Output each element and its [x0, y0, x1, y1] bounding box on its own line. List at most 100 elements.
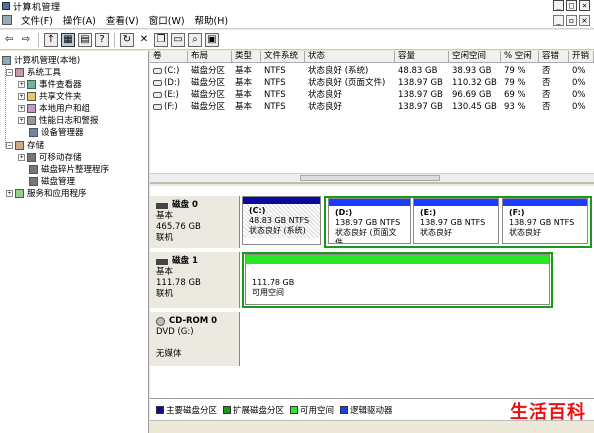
mdi-close-button[interactable]: ×: [579, 15, 590, 26]
zoom-icon[interactable]: ▣: [205, 32, 219, 47]
mdi-restore-button[interactable]: ▫: [566, 15, 577, 26]
tree-device-manager[interactable]: 设备管理器: [29, 126, 84, 138]
cell-type: 基本: [235, 78, 253, 88]
column-header-capacity[interactable]: 容量: [395, 51, 449, 63]
cell-status: 状态良好: [308, 102, 343, 112]
partition-f[interactable]: (F:) 138.97 GB NTFS 状态良好: [502, 198, 588, 244]
copy-icon[interactable]: ❐: [154, 32, 168, 47]
toolbar: ⇦ ⇨ ↑ ▦ ▤ ? ↻ ✕ ❐ ▭ ⌕ ▣: [0, 30, 594, 50]
tree-label: 服务和应用程序: [27, 189, 87, 199]
users-icon: [27, 103, 36, 113]
column-header-filesystem[interactable]: 文件系统: [261, 51, 305, 63]
collapse-icon[interactable]: −: [6, 141, 13, 149]
column-header-status[interactable]: 状态: [305, 51, 395, 63]
horizontal-scrollbar[interactable]: [150, 173, 594, 182]
back-arrow-icon[interactable]: ⇦: [2, 33, 16, 47]
cell-free: 110.32 GB: [452, 78, 497, 88]
partition-status: 状态良好 (页面文件: [335, 228, 397, 244]
tree-storage[interactable]: − 存储: [6, 139, 44, 151]
cell-percent: 93 %: [504, 102, 526, 112]
cell-text: (F:): [164, 102, 178, 112]
expand-icon[interactable]: +: [18, 153, 25, 161]
tree-label: 共享文件夹: [39, 92, 82, 102]
column-header-fault-tolerance[interactable]: 容错: [539, 51, 569, 63]
column-header-free-space[interactable]: 空闲空间: [449, 51, 501, 63]
column-header-percent-free[interactable]: % 空闲: [501, 51, 539, 63]
free-space-region[interactable]: 111.78 GB 可用空间: [245, 254, 550, 305]
open-folder-icon[interactable]: ▭: [171, 32, 185, 47]
volume-list: 卷 布局 类型 文件系统 状态 容量 空闲空间 % 空闲 容错 开销 (C:) …: [150, 51, 594, 184]
legend-label: 逻辑驱动器: [350, 405, 393, 416]
partition-e[interactable]: (E:) 138.97 GB NTFS 状态良好: [413, 198, 499, 244]
tree-event-viewer[interactable]: + 事件查看器: [18, 78, 82, 90]
expand-icon[interactable]: +: [18, 104, 25, 112]
close-button[interactable]: ×: [579, 0, 590, 11]
column-header-layout[interactable]: 布局: [188, 51, 232, 63]
window-title: 计算机管理: [13, 2, 61, 13]
column-header-volume[interactable]: 卷: [150, 51, 188, 63]
menu-file[interactable]: 文件(F): [16, 13, 58, 27]
expand-icon[interactable]: +: [18, 116, 25, 124]
disk-row[interactable]: 磁盘 0 基本 465.76 GB 联机 (C:) 48.83 GB NTFS …: [150, 196, 594, 248]
expand-icon[interactable]: +: [6, 189, 13, 197]
properties-icon[interactable]: ▤: [78, 32, 92, 47]
refresh-icon[interactable]: ↻: [120, 32, 134, 47]
disk-info[interactable]: CD-ROM 0 DVD (G:) 无媒体: [150, 312, 240, 366]
cell-status: 状态良好 (系统): [308, 66, 369, 76]
menu-help[interactable]: 帮助(H): [190, 13, 234, 27]
maximize-button[interactable]: □: [566, 0, 577, 11]
show-tree-icon[interactable]: ▦: [61, 32, 75, 47]
tree-system-tools[interactable]: − 系统工具: [6, 66, 61, 78]
menu-app-icon[interactable]: [2, 15, 12, 25]
partition-c[interactable]: (C:) 48.83 GB NTFS 状态良好 (系统): [242, 196, 321, 245]
delete-icon[interactable]: ✕: [137, 33, 151, 47]
tree-local-users[interactable]: + 本地用户和组: [18, 102, 90, 114]
disk-row[interactable]: CD-ROM 0 DVD (G:) 无媒体: [150, 312, 594, 366]
mdi-minimize-button[interactable]: _: [553, 15, 564, 26]
disk-title: 磁盘 1: [156, 256, 233, 267]
volume-icon: [153, 67, 162, 74]
disk-row[interactable]: 磁盘 1 基本 111.78 GB 联机 111.78 GB 可用空间: [150, 252, 594, 308]
tree-perf-logs[interactable]: + 性能日志和警报: [18, 114, 99, 126]
tree-defrag[interactable]: 磁盘碎片整理程序: [29, 163, 109, 175]
table-row[interactable]: (C:) 磁盘分区 基本 NTFS 状态良好 (系统) 48.83 GB 38.…: [150, 65, 594, 77]
expand-icon[interactable]: +: [18, 80, 25, 88]
column-header-type[interactable]: 类型: [232, 51, 261, 63]
services-icon: [15, 188, 24, 198]
search-icon[interactable]: ⌕: [188, 32, 202, 47]
tree-disk-management[interactable]: 磁盘管理: [29, 175, 75, 187]
menu-view[interactable]: 查看(V): [101, 13, 144, 27]
collapse-icon[interactable]: −: [6, 68, 13, 76]
cell-capacity: 48.83 GB: [398, 66, 438, 76]
menu-window[interactable]: 窗口(W): [144, 13, 190, 27]
table-row[interactable]: (D:) 磁盘分区 基本 NTFS 状态良好 (页面文件) 138.97 GB …: [150, 77, 594, 89]
cell-volume: (E:): [150, 89, 188, 101]
disk-management-icon: [29, 176, 38, 186]
column-header-overhead[interactable]: 开销: [569, 51, 594, 63]
scrollbar-thumb[interactable]: [300, 175, 440, 181]
disk-map: 磁盘 0 基本 465.76 GB 联机 (C:) 48.83 GB NTFS …: [150, 186, 594, 398]
up-folder-icon[interactable]: ↑: [44, 32, 58, 47]
tree-removable-storage[interactable]: + 可移动存储: [18, 151, 82, 163]
table-row[interactable]: (E:) 磁盘分区 基本 NTFS 状态良好 138.97 GB 96.69 G…: [150, 89, 594, 101]
disk-info[interactable]: 磁盘 1 基本 111.78 GB 联机: [150, 252, 240, 308]
cell-text: (E:): [164, 90, 179, 100]
help-icon[interactable]: ?: [95, 32, 109, 47]
disk-info[interactable]: 磁盘 0 基本 465.76 GB 联机: [150, 196, 240, 248]
partition-d[interactable]: (D:) 138.97 GB NTFS 状态良好 (页面文件: [328, 198, 411, 244]
table-row[interactable]: (F:) 磁盘分区 基本 NTFS 状态良好 138.97 GB 130.45 …: [150, 101, 594, 113]
storage-icon: [15, 140, 24, 150]
logical-swatch: [340, 406, 349, 414]
tree-label: 磁盘管理: [41, 177, 76, 187]
menu-action[interactable]: 操作(A): [58, 13, 101, 27]
cell-free: 96.69 GB: [452, 90, 492, 100]
tree-shared-folders[interactable]: + 共享文件夹: [18, 90, 82, 102]
forward-arrow-icon[interactable]: ⇨: [19, 33, 33, 47]
navigation-tree: 计算机管理(本地) − 系统工具 + 事件查看器 + 共享文件夹 + 本地用户和…: [0, 51, 149, 433]
tree-services[interactable]: + 服务和应用程序: [6, 187, 87, 199]
minimize-button[interactable]: _: [553, 0, 564, 11]
partition-size: 138.97 GB NTFS: [335, 218, 401, 227]
cell-layout: 磁盘分区: [191, 78, 226, 88]
tree-root[interactable]: 计算机管理(本地): [2, 54, 80, 66]
expand-icon[interactable]: +: [18, 92, 25, 100]
